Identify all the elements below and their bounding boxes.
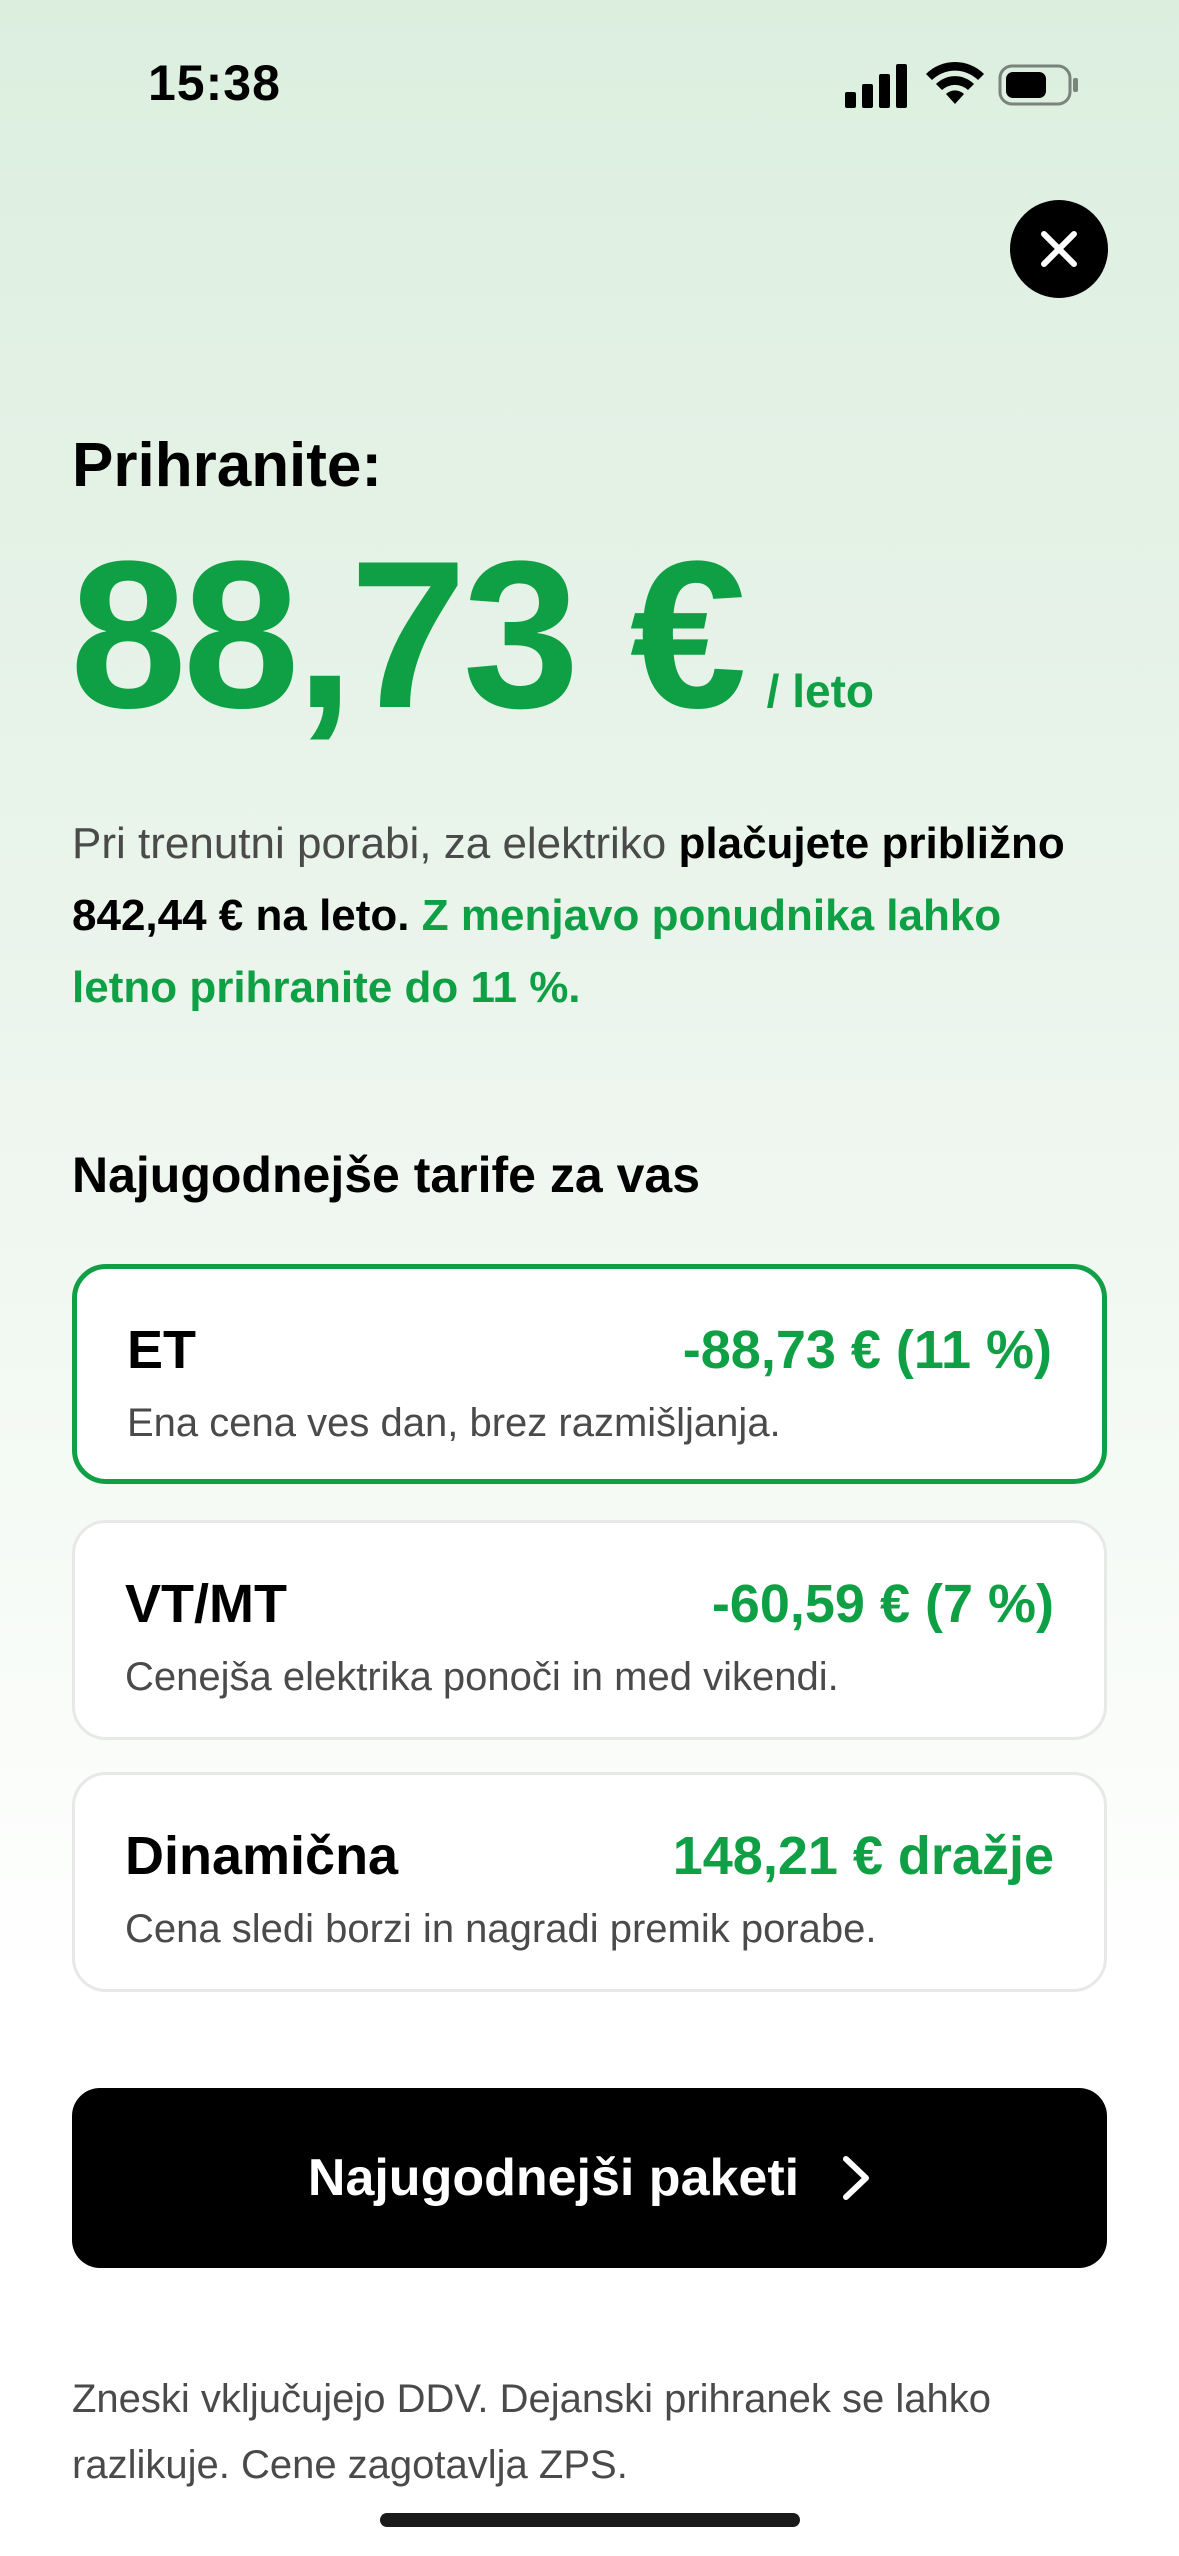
tariff-card-et[interactable]: ET -88,73 € (11 %) Ena cena ves dan, bre… bbox=[72, 1264, 1107, 1484]
savings-description: Pri trenutni porabi, za elektriko plačuj… bbox=[72, 808, 1112, 1024]
tariff-description: Cenejša elektrika ponoči in med vikendi. bbox=[125, 1655, 839, 1699]
close-icon bbox=[1041, 231, 1077, 267]
status-time: 15:38 bbox=[148, 55, 281, 111]
tariff-saving: -88,73 € (11 %) bbox=[682, 1320, 1052, 1380]
tariff-card-dinamicna[interactable]: Dinamična 148,21 € dražje Cena sledi bor… bbox=[72, 1772, 1107, 1992]
footnote: Zneski vključujejo DDV. Dejanski prihran… bbox=[72, 2377, 991, 2487]
status-bar: 15:38 bbox=[0, 0, 1179, 170]
home-indicator bbox=[380, 2513, 800, 2527]
tariff-description: Ena cena ves dan, brez razmišljanja. bbox=[127, 1401, 781, 1445]
signal-icon bbox=[845, 64, 907, 108]
tariff-card-vt-mt[interactable]: VT/MT -60,59 € (7 %) Cenejša elektrika p… bbox=[72, 1520, 1107, 1740]
tariff-saving: 148,21 € dražje bbox=[672, 1826, 1054, 1886]
description-space bbox=[410, 891, 422, 940]
chevron-right-icon bbox=[843, 2156, 870, 2200]
section-title: Najugodnejše tarife za vas bbox=[72, 1147, 701, 1203]
savings-unit: / leto bbox=[766, 665, 874, 717]
tariff-name: Dinamična bbox=[125, 1826, 399, 1886]
savings-row: 88,73 € / leto bbox=[70, 530, 874, 740]
tariff-saving: -60,59 € (7 %) bbox=[711, 1574, 1054, 1634]
close-button[interactable] bbox=[1010, 200, 1108, 298]
description-text: Pri trenutni porabi, za elektriko bbox=[72, 819, 679, 868]
cta-label: Najugodnejši paketi bbox=[307, 2149, 800, 2207]
battery-icon bbox=[998, 64, 1078, 106]
tariff-name: ET bbox=[127, 1320, 197, 1380]
savings-amount: 88,73 € bbox=[70, 517, 747, 752]
tariff-description: Cena sledi borzi in nagradi premik porab… bbox=[125, 1907, 877, 1951]
savings-heading: Prihranite: bbox=[72, 431, 383, 500]
wifi-icon bbox=[926, 61, 984, 104]
best-packages-button[interactable]: Najugodnejši paketi bbox=[72, 2088, 1107, 2268]
tariff-name: VT/MT bbox=[125, 1574, 287, 1634]
scroll-fade bbox=[72, 2030, 1107, 2070]
